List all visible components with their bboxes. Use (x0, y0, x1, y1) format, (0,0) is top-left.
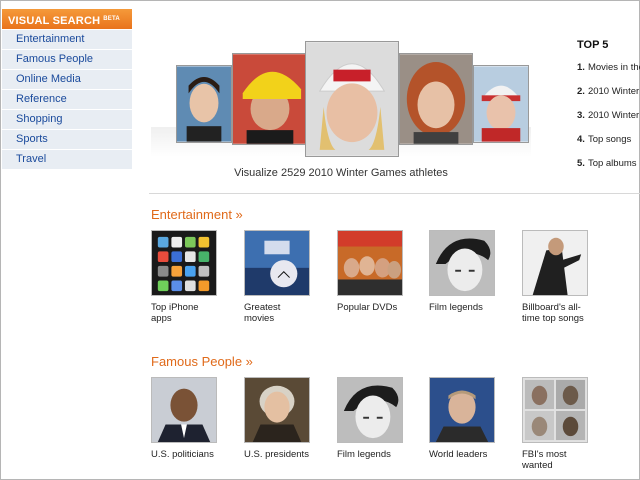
athlete-photo-5[interactable] (473, 65, 529, 143)
top5-num: 1. (577, 62, 585, 73)
tile-us-politicians[interactable]: U.S. politicians (151, 377, 217, 460)
tile-world-leaders[interactable]: World leaders (429, 377, 495, 460)
tile-label[interactable]: FBI's most wanted (522, 449, 588, 471)
sidebar-item-reference[interactable]: Reference (2, 90, 132, 109)
top5-title: TOP 5 (577, 39, 609, 51)
athlete-photo-1[interactable] (176, 65, 232, 143)
tile-billboard-top-songs[interactable]: Billboard's all-time top songs (522, 230, 588, 324)
sidebar-item-sports[interactable]: Sports (2, 130, 132, 149)
top5-item-4[interactable]: 4. Top songs (577, 133, 640, 157)
sidebar-item-famous-people[interactable]: Famous People (2, 50, 132, 69)
tile-label[interactable]: U.S. politicians (151, 449, 217, 460)
top5-label: Movies in the (587, 62, 640, 73)
top5-item-1[interactable]: 1. Movies in the (577, 61, 640, 85)
top5-label: Top albums (587, 158, 637, 169)
top5-num: 5. (577, 158, 585, 169)
top5-num: 3. (577, 110, 585, 121)
visual-search-title: VISUAL SEARCH (8, 15, 101, 27)
tile-label[interactable]: Film legends (429, 302, 495, 313)
sidebar-item-shopping[interactable]: Shopping (2, 110, 132, 129)
section-title-entertainment[interactable]: Entertainment » (151, 207, 243, 222)
tile-label[interactable]: Billboard's all-time top songs (522, 302, 588, 324)
album-cover-thumbnail[interactable] (522, 230, 588, 296)
athletes-carousel (174, 41, 532, 161)
tile-label[interactable]: World leaders (429, 449, 495, 460)
top5-item-5[interactable]: 5. Top albums (577, 157, 640, 181)
top5-label: 2010 Winter (587, 110, 640, 121)
president-portrait-thumbnail[interactable] (244, 377, 310, 443)
movie-poster-thumbnail[interactable] (244, 230, 310, 296)
section-divider (149, 193, 640, 194)
tile-label[interactable]: Top iPhone apps (151, 302, 217, 324)
dvd-cover-thumbnail[interactable] (337, 230, 403, 296)
tile-label[interactable]: Popular DVDs (337, 302, 403, 313)
sidebar: VISUAL SEARCH BETA Entertainment Famous P… (2, 9, 132, 169)
tile-label[interactable]: Greatest movies (244, 302, 310, 324)
tile-label[interactable]: Film legends (337, 449, 403, 460)
tile-film-legends-people[interactable]: Film legends (337, 377, 403, 460)
top5-label: Top songs (587, 134, 632, 145)
politician-thumbnail[interactable] (151, 377, 217, 443)
beta-badge: BETA (103, 16, 120, 22)
iphone-apps-thumbnail[interactable] (151, 230, 217, 296)
top5-label: 2010 Winter (587, 86, 640, 97)
top5-panel: TOP 5 1. Movies in the 2. 2010 Winter 3. 20… (577, 39, 640, 181)
athlete-photo-2[interactable] (232, 53, 306, 145)
top5-item-3[interactable]: 3. 2010 Winter (577, 109, 640, 133)
world-leader-thumbnail[interactable] (429, 377, 495, 443)
tile-us-presidents[interactable]: U.S. presidents (244, 377, 310, 460)
visual-search-header[interactable]: VISUAL SEARCH BETA (2, 9, 132, 29)
sidebar-item-travel[interactable]: Travel (2, 150, 132, 169)
section-title-famous-people[interactable]: Famous People » (151, 354, 253, 369)
film-legend-thumbnail[interactable] (429, 230, 495, 296)
top5-num: 4. (577, 134, 585, 145)
carousel-caption[interactable]: Visualize 2529 2010 Winter Games athlete… (151, 167, 531, 179)
top5-item-2[interactable]: 2. 2010 Winter (577, 85, 640, 109)
sidebar-item-online-media[interactable]: Online Media (2, 70, 132, 89)
tile-fbi-most-wanted[interactable]: FBI's most wanted (522, 377, 588, 471)
tile-film-legends[interactable]: Film legends (429, 230, 495, 313)
tile-label[interactable]: U.S. presidents (244, 449, 310, 460)
top5-num: 2. (577, 86, 585, 97)
tile-greatest-movies[interactable]: Greatest movies (244, 230, 310, 324)
athlete-photo-4[interactable] (399, 53, 473, 145)
tile-top-iphone-apps[interactable]: Top iPhone apps (151, 230, 217, 324)
sidebar-item-entertainment[interactable]: Entertainment (2, 30, 132, 49)
athlete-photo-3[interactable] (305, 41, 399, 157)
film-legend-thumbnail[interactable] (337, 377, 403, 443)
tile-popular-dvds[interactable]: Popular DVDs (337, 230, 403, 313)
fbi-most-wanted-thumbnail[interactable] (522, 377, 588, 443)
